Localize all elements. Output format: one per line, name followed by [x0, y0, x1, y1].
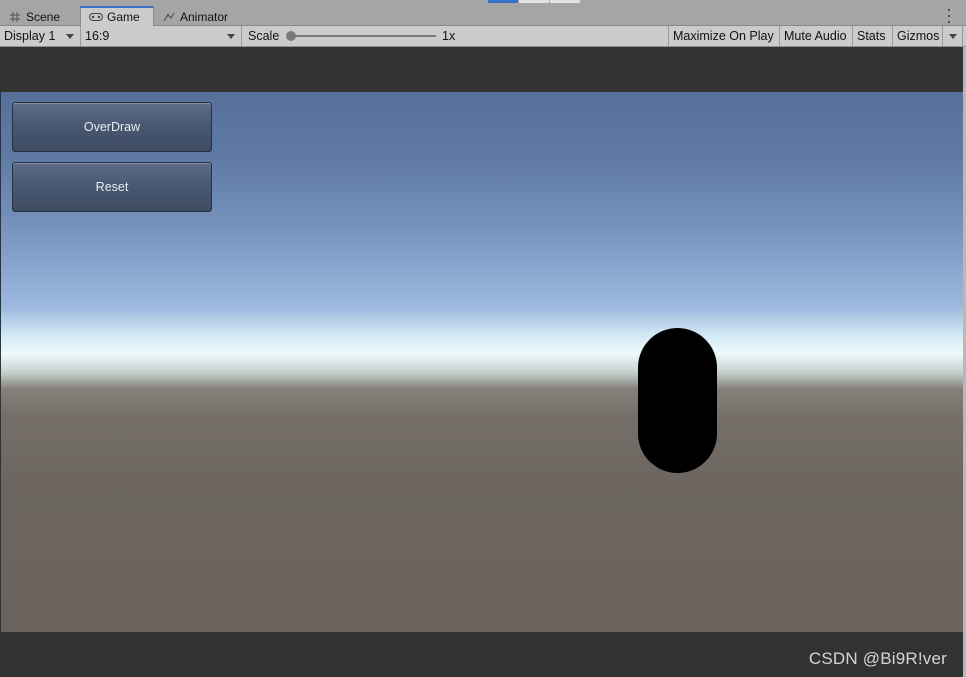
tab-game-label: Game [107, 10, 140, 24]
tab-game[interactable]: Game [80, 6, 154, 26]
reset-button-label: Reset [95, 180, 129, 194]
game-view-toolbar: Display 1 16:9 Scale 1x Maximize On Play… [0, 26, 966, 47]
chevron-down-icon [66, 34, 74, 39]
game-render-area[interactable]: OverDraw Reset [1, 92, 963, 632]
scale-slider-handle[interactable] [286, 31, 296, 41]
aspect-dropdown[interactable]: 16:9 [81, 26, 242, 46]
tab-animator-label: Animator [180, 9, 229, 24]
display-dropdown-label: Display 1 [4, 29, 56, 43]
scale-slider-track[interactable] [290, 35, 436, 37]
stats-label: Stats [857, 29, 886, 43]
chevron-down-icon [949, 34, 957, 39]
display-dropdown[interactable]: Display 1 [0, 26, 81, 46]
gizmos-dropdown[interactable] [943, 26, 963, 46]
gamepad-icon [89, 11, 103, 23]
stats-toggle[interactable]: Stats [853, 26, 893, 46]
layout-segment-2[interactable] [519, 0, 549, 3]
scale-value: 1x [442, 29, 456, 43]
tab-scene[interactable]: Scene [0, 7, 80, 26]
watermark: CSDN @Bi9R!ver [808, 649, 947, 668]
chevron-down-icon [227, 34, 235, 39]
aspect-dropdown-label: 16:9 [85, 29, 110, 43]
animator-icon [162, 11, 176, 23]
game-view: OverDraw Reset CSDN @Bi9R!ver [0, 47, 963, 677]
gizmos-toggle[interactable]: Gizmos [893, 26, 943, 46]
grid-icon [8, 11, 22, 23]
reset-button[interactable]: Reset [12, 162, 212, 212]
maximize-on-play-label: Maximize On Play [673, 29, 774, 43]
mute-audio-toggle[interactable]: Mute Audio [780, 26, 853, 46]
capsule-object [638, 328, 717, 473]
overdraw-button-label: OverDraw [83, 120, 141, 134]
more-options-icon[interactable] [946, 9, 952, 23]
overdraw-button[interactable]: OverDraw [12, 102, 212, 152]
editor-tab-bar: Scene Game Animator [0, 6, 966, 26]
tab-animator[interactable]: Animator [154, 7, 244, 26]
mute-audio-label: Mute Audio [784, 29, 847, 43]
layout-segment-1[interactable] [488, 0, 518, 3]
layout-segment-3[interactable] [550, 0, 580, 3]
scale-label: Scale [248, 29, 280, 43]
maximize-on-play-toggle[interactable]: Maximize On Play [669, 26, 780, 46]
tab-scene-label: Scene [26, 9, 61, 24]
gizmos-label: Gizmos [897, 29, 940, 43]
